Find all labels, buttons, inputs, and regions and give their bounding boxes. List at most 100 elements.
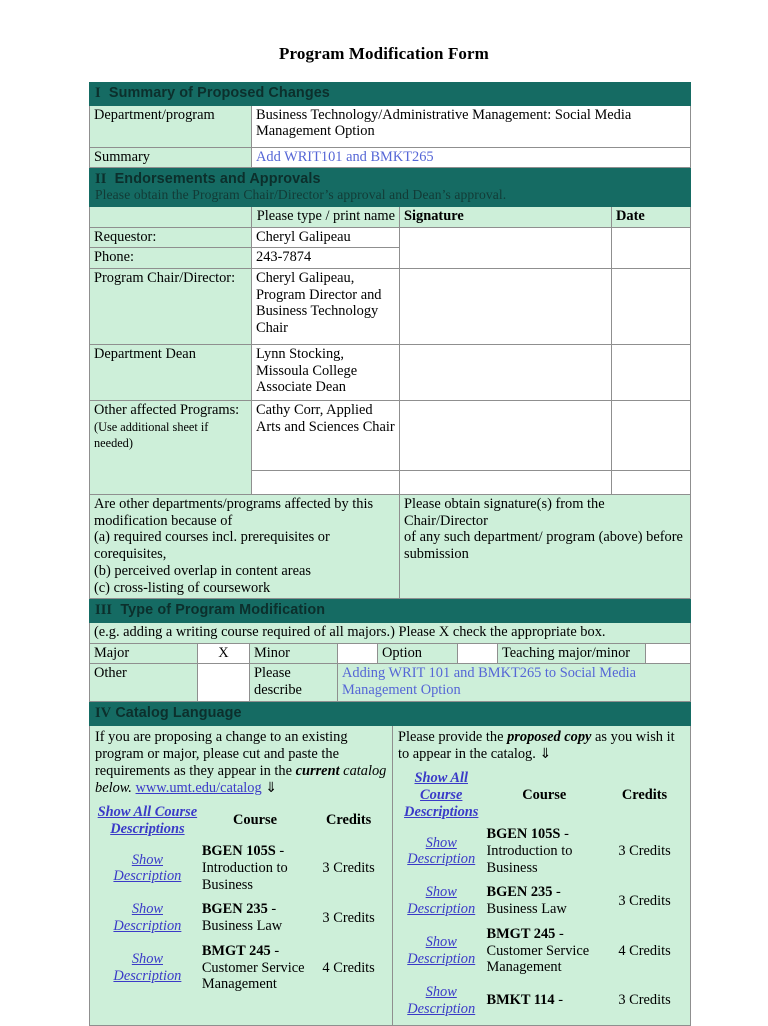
section-1-table: I Summary of Proposed Changes Department… (88, 82, 692, 169)
section-4-body-row: If you are proposing a change to an exis… (89, 725, 691, 1026)
show-description-cell: Show Description (398, 822, 484, 880)
col-header-credits: Credits (325, 812, 372, 829)
current-catalog-intro: If you are proposing a change to an exis… (95, 729, 387, 797)
department-program-value[interactable]: Business Technology/Administrative Manag… (250, 104, 692, 148)
summary-value[interactable]: Add WRIT101 and BMKT265 (250, 146, 692, 169)
please-describe-value[interactable]: Adding WRIT 101 and BMKT265 to Social Me… (337, 663, 691, 703)
section-2-heading: Endorsements and Approvals (114, 171, 321, 188)
course-code: BMGT 245 (486, 925, 556, 942)
show-description-cell: Show Description (398, 980, 484, 1021)
section-2-header-row: II Endorsements and Approvals Please obt… (89, 168, 691, 207)
section-3-heading: Type of Program Modification (120, 602, 326, 619)
section-4-header-row: IV Catalog Language (89, 702, 691, 727)
checkbox-minor[interactable] (337, 642, 378, 665)
current-catalog-course-table: Show All Course Descriptions Course Cred… (95, 802, 387, 997)
checkbox-option[interactable] (457, 642, 498, 665)
show-description-link[interactable]: Show Description (113, 852, 181, 885)
obtain-line-1: of any such department/ program (above) … (404, 529, 683, 546)
show-description-link[interactable]: Show Description (407, 934, 475, 967)
obtain-signatures-note: Please obtain signature(s) from the Chai… (399, 493, 691, 600)
obtain-line-0: Please obtain signature(s) from the Chai… (404, 495, 605, 529)
section-4-number: IV (95, 705, 112, 722)
page-title: Program Modification Form (279, 44, 489, 63)
current-catalog-cell: If you are proposing a change to an exis… (89, 725, 393, 1026)
extra-signature-cell[interactable] (399, 469, 612, 495)
course-name-cell: BGEN 235 - Business Law (200, 897, 310, 938)
other-programs-name[interactable]: Cathy Corr, Applied Arts and Sciences Ch… (251, 399, 400, 471)
obtain-line-2: submission (404, 546, 469, 563)
spacer-cell (89, 205, 252, 228)
department-dean-signature[interactable] (399, 343, 612, 401)
section-3-header-row: III Type of Program Modification (89, 599, 691, 623)
course-code: BGEN 105S (201, 843, 276, 860)
department-dean-name[interactable]: Lynn Stocking, Missoula College Associat… (251, 343, 400, 401)
section-1-number: I (95, 85, 101, 101)
col-header-print-name: Please type / print name (251, 205, 400, 228)
course-credits: 3 Credits (322, 909, 375, 926)
proposed-copy-cell: Please provide the proposed copy as you … (392, 725, 691, 1026)
section-1-header-row: I Summary of Proposed Changes (88, 82, 692, 106)
show-all-descriptions-cell: Show All Course Descriptions (95, 802, 200, 839)
requestor-name[interactable]: Cheryl Galipeau (251, 226, 400, 249)
course-credits: 3 Credits (618, 843, 671, 860)
affected-line-3: corequisites, (94, 546, 167, 563)
current-intro-emphasis: current (295, 762, 340, 779)
section-4-header: IV Catalog Language (89, 702, 691, 727)
show-description-link[interactable]: Show Description (113, 901, 181, 934)
course-row: Show Description BMKT 114 - 3 Credits (398, 980, 685, 1021)
extra-name-cell[interactable] (251, 469, 400, 495)
section-2-table: II Endorsements and Approvals Please obt… (89, 168, 691, 600)
checkbox-label-option: Option (377, 642, 458, 665)
show-description-link[interactable]: Show Description (407, 984, 475, 1017)
other-programs-label-text: Other affected Programs: (94, 401, 240, 418)
other-programs-label: Other affected Programs: (Use additional… (89, 399, 252, 495)
other-label: Other (89, 663, 198, 703)
requestor-date[interactable] (611, 226, 691, 269)
please-describe-label: Please describe (249, 663, 338, 703)
requestor-label: Requestor: (89, 226, 252, 249)
show-description-cell: Show Description (398, 880, 484, 921)
course-row: Show Description BGEN 105S - Introductio… (95, 839, 387, 897)
department-dean-label: Department Dean (89, 343, 252, 401)
checkbox-teaching[interactable] (645, 642, 691, 665)
summary-label: Summary (89, 146, 252, 169)
show-description-link[interactable]: Show Description (407, 884, 475, 917)
document-page: Program Modification Form I Summary of P… (0, 0, 768, 1026)
affected-departments-question: Are other departments/programs affected … (89, 493, 400, 600)
extra-date-cell[interactable] (611, 469, 691, 495)
section-2-subheading: Please obtain the Program Chair/Director… (95, 187, 507, 203)
table-row: Requestor: Cheryl Galipeau (89, 226, 691, 269)
checkbox-major[interactable]: X (197, 642, 250, 665)
department-dean-date[interactable] (611, 343, 691, 401)
section-1-header: I Summary of Proposed Changes (88, 82, 692, 106)
program-chair-label: Program Chair/Director: (89, 267, 252, 345)
course-name-cell: BMKT 114 - (484, 980, 604, 1021)
col-header-credits: Credits (621, 786, 668, 803)
section-3-instruction: (e.g. adding a writing course required o… (89, 621, 691, 644)
show-description-link[interactable]: Show Description (113, 951, 181, 984)
catalog-url-link[interactable]: www.umt.edu/catalog (136, 780, 262, 796)
course-code: BGEN 105S (486, 826, 561, 843)
requestor-signature[interactable] (399, 226, 612, 269)
affected-line-1: modification because of (94, 512, 233, 529)
checkbox-label-minor: Minor (249, 642, 338, 665)
other-programs-date[interactable] (611, 399, 691, 471)
program-chair-signature[interactable] (399, 267, 612, 345)
show-all-course-descriptions-link[interactable]: Show All Course Descriptions (98, 804, 197, 837)
section-3-instruction-row: (e.g. adding a writing course required o… (89, 621, 691, 644)
course-row: Show Description BGEN 105S - Introductio… (398, 822, 685, 880)
show-description-cell: Show Description (95, 897, 200, 938)
show-description-link[interactable]: Show Description (407, 835, 475, 868)
other-checkbox[interactable] (197, 663, 250, 703)
proposed-intro-pre: Please provide the (398, 729, 508, 746)
show-all-course-descriptions-link[interactable]: Show All Course Descriptions (404, 770, 478, 819)
course-code: BMKT 114 (486, 992, 555, 1009)
other-describe-row: Other Please describe Adding WRIT 101 an… (89, 663, 691, 703)
other-programs-label-note: (Use additional sheet if needed) (94, 419, 209, 451)
proposed-copy-intro: Please provide the proposed copy as you … (398, 729, 685, 763)
program-chair-name[interactable]: Cheryl Galipeau, Program Director and Bu… (251, 267, 400, 345)
other-programs-signature[interactable] (399, 399, 612, 471)
program-chair-date[interactable] (611, 267, 691, 345)
phone-value[interactable]: 243-7874 (251, 247, 400, 269)
course-name-cell: BGEN 235 - Business Law (484, 880, 604, 921)
